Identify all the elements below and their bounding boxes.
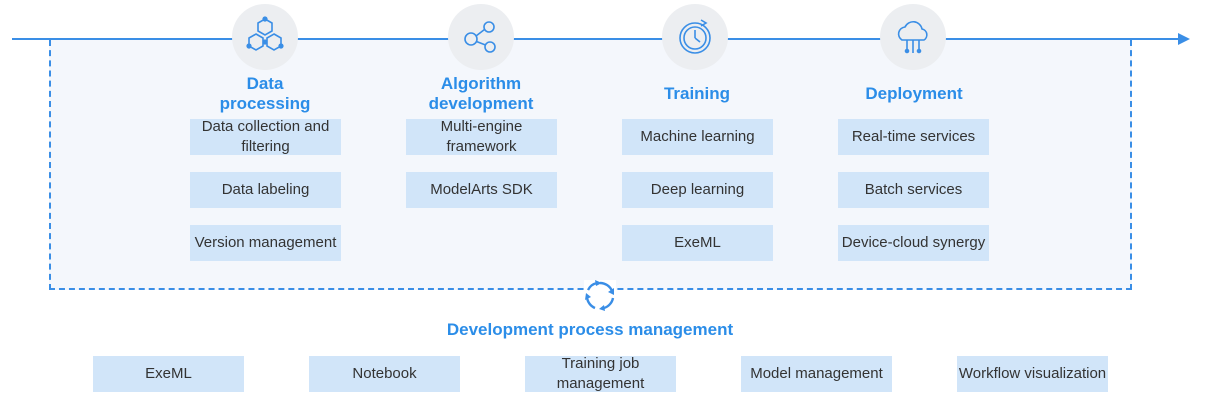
stage-title-line: Data [246,74,284,93]
stopwatch-icon [662,4,728,70]
molecule-icon [232,4,298,70]
timeline-arrow-line [12,38,1180,40]
stage-title-line: Algorithm [440,74,522,93]
data-collection-box: Data collection and filtering [190,118,341,155]
stage-title-line: Deployment [865,84,963,103]
timeline-arrow-head [1178,33,1190,45]
data-labeling-box: Data labeling [190,172,341,208]
stage-title-line: processing [219,94,311,113]
share-nodes-icon [448,4,514,70]
cycle-arrows-icon [584,280,616,312]
batch-services-box: Batch services [838,172,989,208]
modelarts-sdk-box: ModelArts SDK [406,172,557,208]
stage-title-training: Training [607,84,787,104]
stage-title-algorithm-development: Algorithm development [391,74,571,114]
machine-learning-box: Machine learning [622,119,773,155]
exeml-box: ExeML [622,225,773,261]
stage-title-line: development [428,94,534,113]
stage-title-line: Training [663,84,731,103]
device-cloud-synergy-box: Device-cloud synergy [838,225,989,261]
pm-exeml-box: ExeML [93,356,244,392]
pm-workflow-visualization-box: Workflow visualization [957,356,1108,392]
version-management-box: Version management [190,225,341,261]
pm-notebook-box: Notebook [309,356,460,392]
stage-title-data-processing: Data processing [175,74,355,114]
real-time-services-box: Real-time services [838,119,989,155]
process-management-title: Development process management [446,320,734,339]
deep-learning-box: Deep learning [622,172,773,208]
pm-training-job-management-box: Training job management [525,355,676,392]
stage-title-deployment: Deployment [824,84,1004,104]
pm-model-management-box: Model management [741,356,892,392]
cloud-circuit-icon [880,4,946,70]
multi-engine-framework-box: Multi-engine framework [406,118,557,155]
